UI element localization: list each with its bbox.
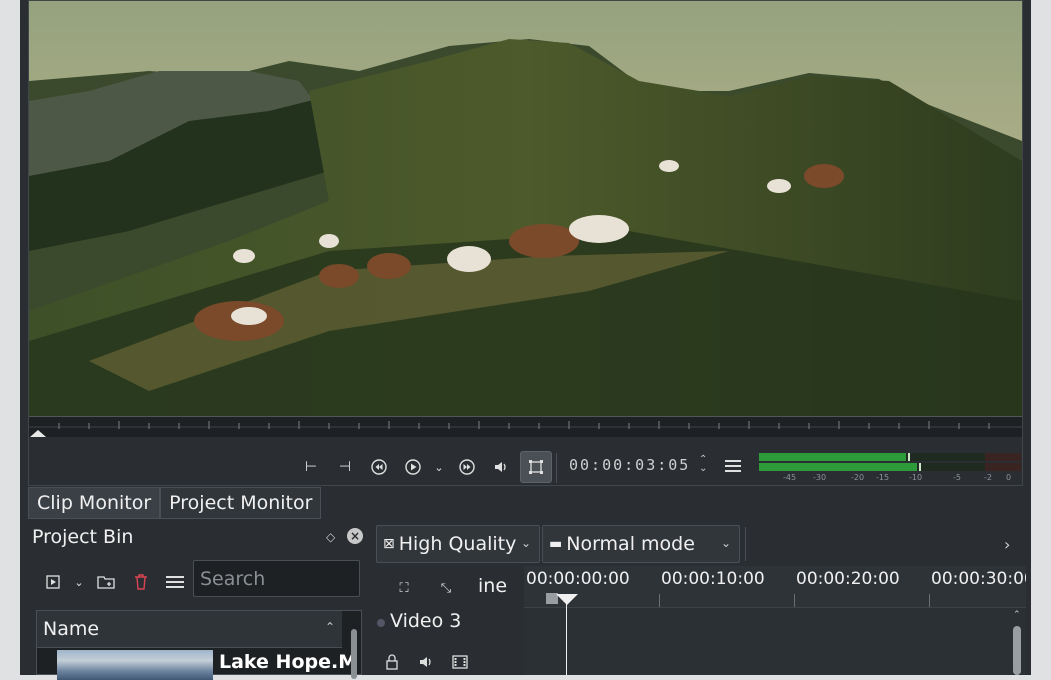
clip-name: Lake Hope.M — [219, 651, 358, 673]
controls-separator — [556, 453, 557, 483]
clip-monitor: ⊢ ⊣ ⌄ 00:00:03:05 ⌃ ⌄ -45 -30 -20 -15 -1… — [28, 0, 1023, 486]
float-panel-icon[interactable]: ◇ — [326, 530, 335, 544]
meter-scale-label: 0 — [1006, 473, 1012, 482]
chevron-down-icon: ⌄ — [720, 536, 731, 550]
edit-mode-value: Normal mode — [566, 533, 695, 555]
play-options-chevron-icon[interactable]: ⌄ — [427, 453, 451, 481]
chevron-right-icon[interactable]: › — [1004, 535, 1010, 554]
monitor-menu-icon[interactable] — [725, 457, 741, 475]
chevron-down-icon: ⌄ — [520, 536, 531, 550]
meter-right-channel — [759, 463, 1021, 471]
film-icon[interactable] — [450, 652, 470, 672]
video-preview — [29, 1, 1022, 416]
trash-icon[interactable] — [130, 571, 152, 593]
clip-playhead[interactable] — [30, 430, 46, 437]
ruler-tick — [794, 594, 795, 607]
ruler-timecode: 00:00:20:00 — [796, 569, 900, 589]
timeline-area[interactable]: 00:00:00:00 00:00:10:00 00:00:20:00 00:0… — [524, 566, 1026, 675]
track-name: Video 3 — [390, 610, 462, 632]
search-input[interactable] — [193, 560, 360, 597]
audio-meter: -45 -30 -20 -15 -10 -5 -2 0 — [756, 451, 1022, 485]
speaker-icon[interactable] — [487, 453, 515, 481]
clip-thumbnail — [57, 650, 213, 680]
rewind-icon[interactable] — [365, 453, 393, 481]
column-header-label: Name — [43, 618, 100, 640]
timecode-spinner[interactable]: ⌃ ⌄ — [699, 455, 707, 474]
project-bin-panel: Project Bin ◇ × ⌄ Name ⌃ Lake Hope.M — [28, 523, 370, 680]
ruler-timecode: 00:00:00:00 — [526, 569, 630, 589]
meter-scale-label: -30 — [813, 473, 827, 482]
meter-scale-label: -2 — [984, 473, 992, 482]
timeline-toolbar: ⊠ High Quality ⌄ ▬ Normal mode ⌄ › — [376, 525, 1026, 563]
monitor-controls: ⊢ ⊣ ⌄ 00:00:03:05 ⌃ ⌄ -45 -30 -20 -15 -1… — [29, 437, 1022, 485]
monitor-tabs: Clip Monitor Project Monitor — [28, 487, 322, 519]
speaker-icon[interactable] — [416, 652, 436, 672]
ruler-ticks — [29, 421, 1022, 429]
timeline-header-label: ine — [478, 575, 508, 597]
timecode-display[interactable]: 00:00:03:05 — [569, 456, 690, 474]
edit-mode-select[interactable]: ▬ Normal mode ⌄ — [542, 525, 740, 563]
timeline-scrollbar[interactable]: ⌃ — [1010, 608, 1024, 675]
zoom-frame-icon[interactable] — [520, 451, 552, 483]
ruler-timecode: 00:00:30:00 — [931, 569, 1026, 589]
set-zone-in-icon[interactable]: ⊢ — [297, 453, 325, 481]
meter-scale-label: -5 — [953, 473, 961, 482]
clip-ruler[interactable] — [29, 416, 1022, 438]
track-video-3[interactable]: Video 3 — [372, 608, 524, 675]
clip-list: Name ⌃ Lake Hope.M — [36, 610, 362, 680]
ruler-tick — [659, 594, 660, 607]
meter-scale-label: -10 — [909, 473, 923, 482]
timeline-playhead[interactable] — [566, 594, 567, 675]
meter-left-channel — [759, 453, 1021, 461]
ruler-tick — [929, 594, 930, 607]
sort-ascending-icon: ⌃ — [325, 620, 336, 634]
expand-tracks-icon[interactable]: ⤡ — [436, 578, 456, 598]
normal-mode-icon: ▬ — [549, 536, 563, 552]
add-clip-chevron-icon[interactable]: ⌄ — [68, 571, 90, 593]
quality-value: High Quality — [398, 533, 517, 555]
timeline-ruler[interactable]: 00:00:00:00 00:00:10:00 00:00:20:00 00:0… — [524, 566, 1026, 608]
meter-scale-label: -15 — [876, 473, 890, 482]
bin-menu-icon[interactable] — [164, 571, 186, 593]
project-bin-title: Project Bin — [32, 526, 134, 548]
play-icon[interactable] — [399, 453, 427, 481]
close-icon[interactable]: × — [347, 528, 363, 544]
track-status-led — [377, 619, 385, 627]
lock-icon[interactable] — [382, 652, 402, 672]
timeline-playhead-handle[interactable] — [556, 594, 578, 605]
meter-scale-label: -20 — [851, 473, 865, 482]
set-zone-out-icon[interactable]: ⊣ — [331, 453, 359, 481]
list-item[interactable]: Lake Hope.M — [37, 648, 357, 680]
meter-scale-label: -45 — [783, 473, 797, 482]
list-scrollbar[interactable] — [349, 617, 357, 679]
tab-clip-monitor[interactable]: Clip Monitor — [28, 487, 161, 519]
quality-icon: ⊠ — [383, 536, 395, 552]
track-headers: ⛶ ⤡ ine Video 3 — [372, 566, 524, 675]
tab-project-monitor[interactable]: Project Monitor — [160, 487, 322, 519]
column-header-name[interactable]: Name ⌃ — [37, 611, 342, 648]
forward-icon[interactable] — [453, 453, 481, 481]
scroll-up-icon[interactable]: ⌃ — [1013, 610, 1021, 620]
quality-select[interactable]: ⊠ High Quality ⌄ — [376, 525, 540, 563]
add-folder-icon[interactable] — [95, 571, 117, 593]
fit-zoom-icon[interactable]: ⛶ — [394, 578, 414, 598]
timeline-tracks[interactable] — [524, 608, 1026, 675]
toolbar-separator — [745, 527, 746, 561]
add-clip-icon[interactable] — [42, 571, 64, 593]
video-frame-image — [29, 1, 1022, 416]
ruler-timecode: 00:00:10:00 — [661, 569, 765, 589]
